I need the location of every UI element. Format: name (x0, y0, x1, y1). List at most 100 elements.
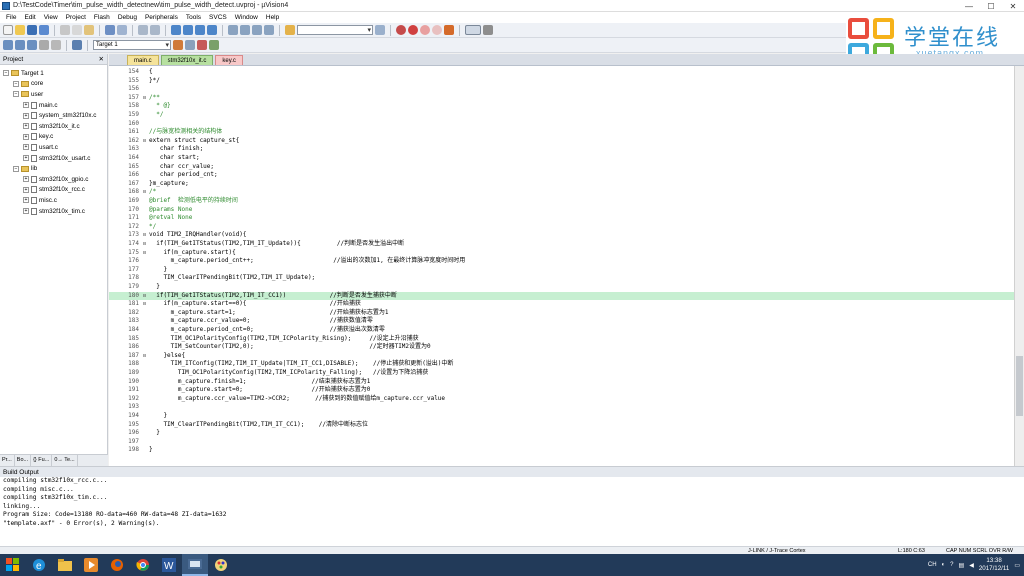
expand-icon[interactable]: + (23, 186, 29, 193)
uncomment-icon[interactable] (264, 25, 274, 35)
expand-icon[interactable]: + (23, 208, 29, 215)
expand-icon[interactable]: + (23, 102, 29, 109)
tree-item[interactable]: − core (0, 79, 107, 90)
project-tab[interactable]: 0→ Te... (52, 455, 78, 466)
notifications-icon[interactable]: ▭ (1014, 562, 1020, 569)
menu-item-project[interactable]: Project (62, 14, 90, 21)
breakpoint-icon[interactable] (408, 25, 418, 35)
menu-item-svcs[interactable]: SVCS (205, 14, 231, 21)
find-combo[interactable] (297, 25, 373, 35)
tree-item[interactable]: + key.c (0, 132, 107, 143)
expand-icon[interactable]: − (13, 91, 19, 98)
ime-icon[interactable]: ◐ (942, 562, 946, 568)
select-packs-icon[interactable] (197, 40, 207, 50)
editor-scrollbar-thumb[interactable] (1016, 356, 1023, 416)
disable-breakpoint-icon[interactable] (420, 25, 430, 35)
expand-icon[interactable]: + (23, 176, 29, 183)
expand-icon[interactable]: + (23, 144, 29, 151)
clock[interactable]: 13:38 2017/12/11 (979, 557, 1010, 573)
download-icon[interactable] (72, 40, 82, 50)
tree-item[interactable]: + stm32f10x_it.c (0, 121, 107, 132)
start-button[interactable] (0, 554, 26, 576)
tree-item[interactable]: + main.c (0, 100, 107, 111)
copy-icon[interactable] (72, 25, 82, 35)
kill-breakpoints-icon[interactable] (444, 25, 454, 35)
menu-item-help[interactable]: Help (262, 14, 283, 21)
undo-icon[interactable] (105, 25, 115, 35)
close-button[interactable]: ✕ (1002, 0, 1024, 12)
stop-build-icon[interactable] (51, 40, 61, 50)
help-icon[interactable]: ? (950, 562, 953, 568)
target-select[interactable]: Target 1 (93, 40, 171, 50)
expand-icon[interactable]: + (23, 133, 29, 140)
cut-icon[interactable] (60, 25, 70, 35)
configure-icon[interactable] (483, 25, 493, 35)
firefox-icon[interactable] (104, 554, 130, 576)
editor-tab[interactable]: stm32f10x_it.c (160, 55, 214, 65)
comment-icon[interactable] (252, 25, 262, 35)
expand-icon[interactable]: + (23, 197, 29, 204)
find-icon[interactable] (375, 25, 385, 35)
tree-item[interactable]: + stm32f10x_gpio.c (0, 174, 107, 185)
prev-bookmark-icon[interactable] (183, 25, 193, 35)
expand-icon[interactable]: + (23, 123, 29, 130)
menu-item-edit[interactable]: Edit (20, 14, 39, 21)
network-icon[interactable]: ▤ (959, 562, 965, 569)
code-area[interactable]: 154{155}*/156 157 ⊟/** 158 * @} 159 */160 161… (109, 68, 1014, 464)
maximize-button[interactable]: ☐ (980, 0, 1002, 12)
save-icon[interactable] (27, 25, 37, 35)
project-tab[interactable]: Bo... (15, 455, 32, 466)
menu-item-tools[interactable]: Tools (182, 14, 205, 21)
project-tab[interactable]: {} Fu... (31, 455, 53, 466)
batch-build-icon[interactable] (39, 40, 49, 50)
tree-item[interactable]: + stm32f10x_usart.c (0, 153, 107, 164)
tree-item[interactable]: − Target 1 (0, 68, 107, 79)
tree-item[interactable]: + stm32f10x_tim.c (0, 206, 107, 217)
editor-tab[interactable]: main.c (127, 55, 159, 65)
new-file-icon[interactable] (3, 25, 13, 35)
indent-icon[interactable] (228, 25, 238, 35)
window-layout-icon[interactable] (465, 25, 481, 35)
find-in-files-icon[interactable] (285, 25, 295, 35)
ie-icon[interactable]: e (26, 554, 52, 576)
open-folder-icon[interactable] (15, 25, 25, 35)
redo-icon[interactable] (117, 25, 127, 35)
panel-close-icon[interactable]: ✕ (99, 55, 104, 63)
paste-icon[interactable] (84, 25, 94, 35)
target-options-icon[interactable] (173, 40, 183, 50)
bookmark-icon[interactable] (171, 25, 181, 35)
menu-item-window[interactable]: Window (231, 14, 262, 21)
navigate-back-icon[interactable] (138, 25, 148, 35)
paint-icon[interactable] (208, 554, 234, 576)
clear-breakpoints-icon[interactable] (432, 25, 442, 35)
clear-bookmarks-icon[interactable] (207, 25, 217, 35)
input-language[interactable]: CH (928, 562, 937, 568)
menu-item-flash[interactable]: Flash (90, 14, 114, 21)
translate-icon[interactable] (3, 40, 13, 50)
tree-item[interactable]: + misc.c (0, 195, 107, 206)
editor-scrollbar[interactable] (1014, 66, 1024, 466)
file-explorer-icon[interactable] (52, 554, 78, 576)
tree-item[interactable]: − lib (0, 163, 107, 174)
expand-icon[interactable]: − (13, 80, 19, 87)
unindent-icon[interactable] (240, 25, 250, 35)
rebuild-icon[interactable] (27, 40, 37, 50)
expand-icon[interactable]: − (3, 70, 9, 77)
menu-item-file[interactable]: File (2, 14, 20, 21)
next-bookmark-icon[interactable] (195, 25, 205, 35)
menu-item-view[interactable]: View (40, 14, 62, 21)
tree-item[interactable]: + stm32f10x_rcc.c (0, 185, 107, 196)
minimize-button[interactable]: — (958, 0, 980, 12)
tree-item[interactable]: + system_stm32f10x.c (0, 110, 107, 121)
expand-icon[interactable]: − (13, 165, 19, 172)
menu-item-peripherals[interactable]: Peripherals (141, 14, 182, 21)
manage-rte-icon[interactable] (209, 40, 219, 50)
tree-item[interactable]: + usart.c (0, 142, 107, 153)
menu-item-debug[interactable]: Debug (114, 14, 141, 21)
expand-icon[interactable]: + (23, 112, 29, 119)
debug-start-icon[interactable] (396, 25, 406, 35)
editor-tab[interactable]: key.c (215, 55, 243, 65)
media-player-icon[interactable] (78, 554, 104, 576)
project-tab[interactable]: Pr... (0, 455, 15, 466)
chrome-icon[interactable] (130, 554, 156, 576)
